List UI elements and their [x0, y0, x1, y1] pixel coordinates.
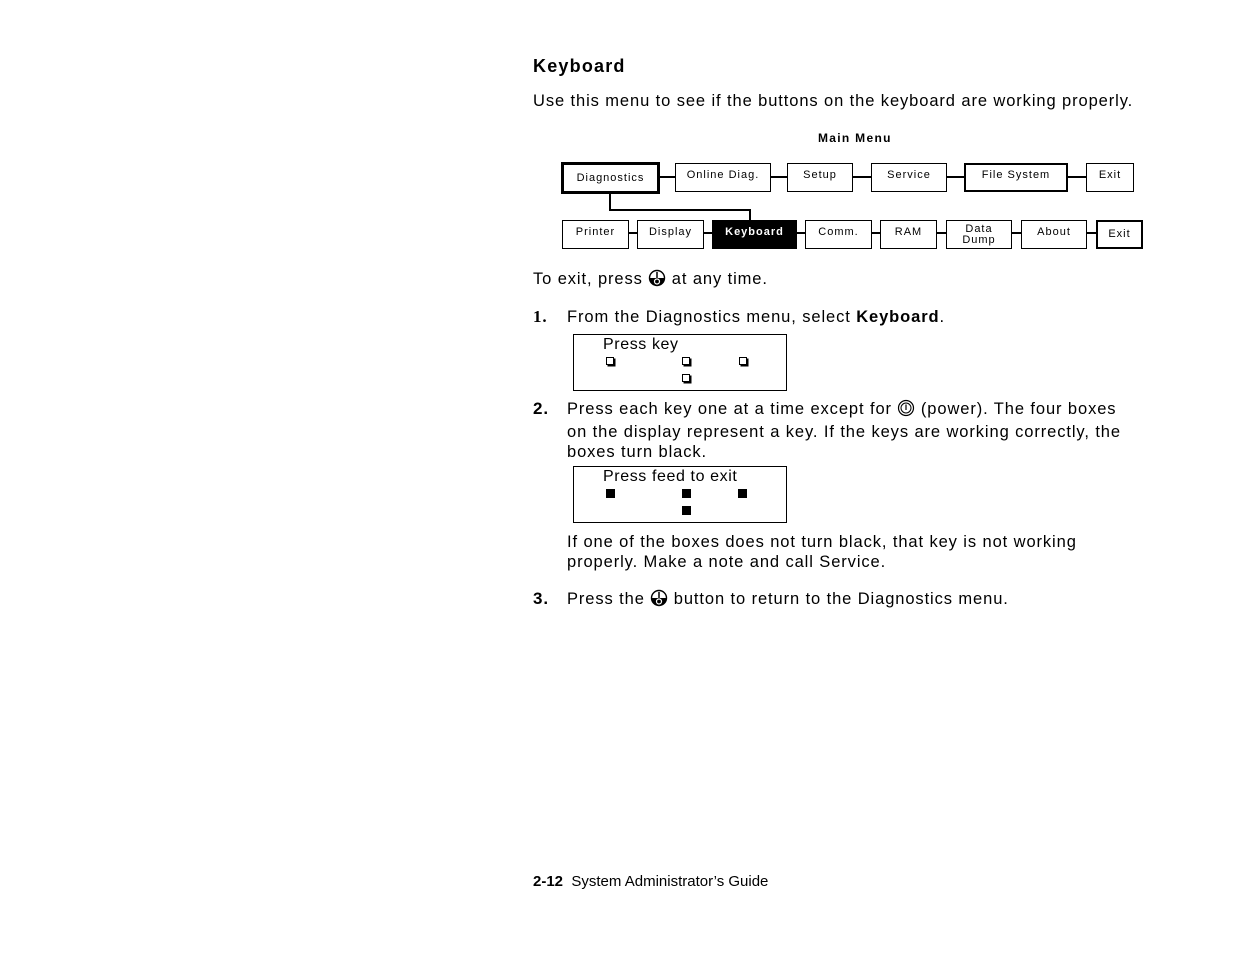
menu-item-online-diag: Online Diag. [675, 163, 771, 192]
connector [609, 194, 611, 210]
connector [658, 176, 676, 178]
exit-note: To exit, press at any time. [533, 269, 768, 292]
menu-item-setup: Setup [787, 163, 853, 192]
connector [609, 209, 750, 211]
submenu-item-comm: Comm. [805, 220, 872, 249]
key-box-filled [606, 489, 615, 498]
lcd-display-press-feed: Press feed to exit [573, 466, 787, 523]
page-number: 2-12 [533, 873, 564, 890]
lcd-display-press-key: Press key [573, 334, 787, 391]
submenu-item-about: About [1021, 220, 1087, 249]
page-footer: 2-12 System Administrator’s Guide [533, 873, 768, 890]
connector [946, 176, 965, 178]
connector [1067, 176, 1087, 178]
step-2-note: If one of the boxes does not turn black,… [567, 533, 1077, 571]
submenu-item-printer: Printer [562, 220, 629, 249]
escape-key-icon [650, 589, 668, 612]
submenu-item-exit: Exit [1096, 220, 1143, 249]
key-box-empty [739, 357, 747, 365]
step-1: 1. From the Diagnostics menu, select Key… [533, 307, 945, 326]
key-box-empty [682, 357, 690, 365]
menu-item-exit: Exit [1086, 163, 1134, 192]
escape-key-icon [648, 269, 666, 292]
step-2: 2. Press each key one at a time except f… [533, 399, 1121, 461]
step-3: 3. Press the button to return to the Dia… [533, 589, 1008, 609]
power-icon [897, 399, 915, 422]
step-number: 1. [533, 307, 548, 326]
step-number: 3. [533, 589, 549, 608]
menu-diagram-title: Main Menu [818, 131, 892, 145]
submenu-item-keyboard: Keyboard [712, 220, 797, 249]
key-box-filled [682, 489, 691, 498]
menu-item-diagnostics: Diagnostics [561, 162, 660, 194]
lcd-text: Press feed to exit [603, 468, 738, 485]
menu-item-file-system: File System [964, 163, 1068, 192]
guide-title: System Administrator’s Guide [571, 873, 769, 890]
section-title: Keyboard [533, 56, 626, 76]
connector [852, 176, 872, 178]
submenu-item-display: Display [637, 220, 704, 249]
key-box-filled [738, 489, 747, 498]
section-intro: Use this menu to see if the buttons on t… [533, 92, 1134, 110]
key-box-empty [682, 374, 690, 382]
key-box-empty [606, 357, 614, 365]
connector [770, 176, 788, 178]
key-box-filled [682, 506, 691, 515]
menu-item-service: Service [871, 163, 947, 192]
step-number: 2. [533, 399, 549, 418]
lcd-text: Press key [603, 336, 679, 353]
submenu-item-data-dump: Data Dump [946, 220, 1012, 249]
submenu-item-ram: RAM [880, 220, 937, 249]
